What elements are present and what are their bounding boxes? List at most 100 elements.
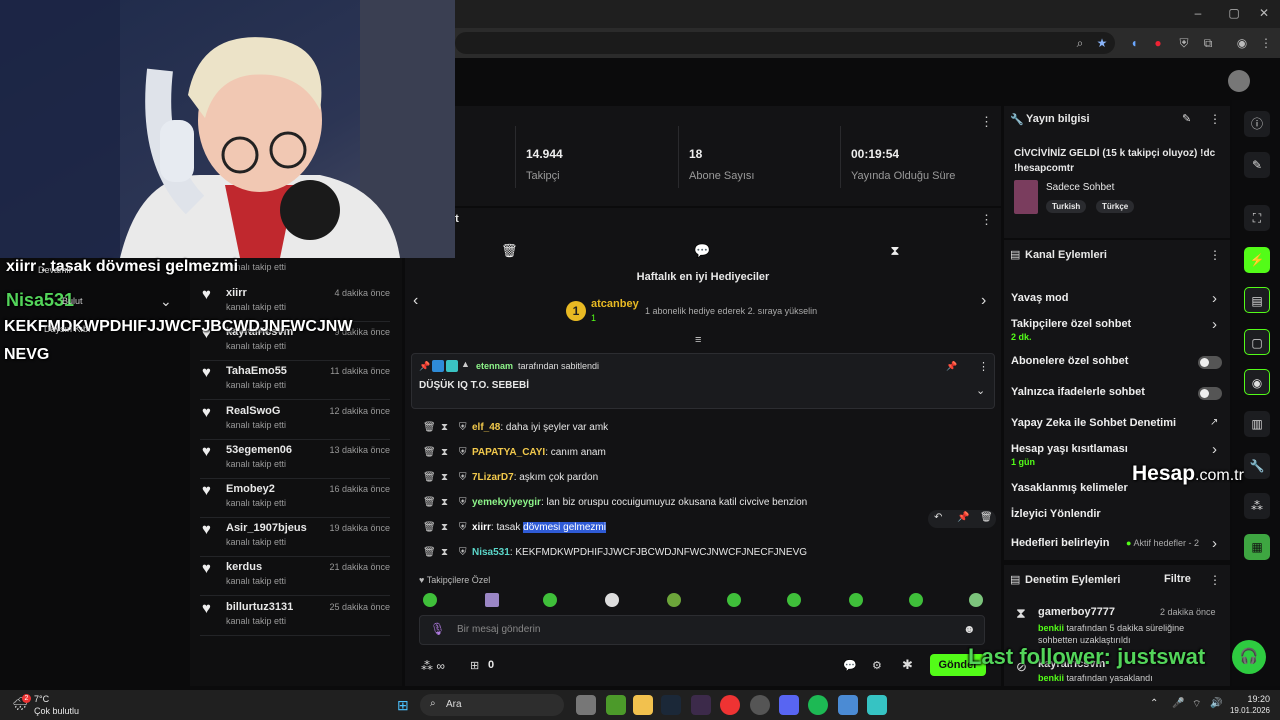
- hourglass-icon[interactable]: ⧗: [441, 547, 448, 558]
- emote-icon[interactable]: [849, 593, 863, 607]
- chevron-right-icon[interactable]: ›: [1212, 316, 1217, 333]
- trash-icon[interactable]: 🗑: [423, 472, 436, 483]
- emote-icon[interactable]: [543, 593, 557, 607]
- hourglass-icon[interactable]: ⧗: [441, 522, 448, 533]
- emote-icon[interactable]: [423, 593, 437, 607]
- trash-icon[interactable]: 🗑: [423, 497, 436, 508]
- filter-button[interactable]: Filtre: [1164, 573, 1191, 585]
- follower-name[interactable]: billurtuz3131: [226, 601, 293, 613]
- unpin-icon[interactable]: 📌: [946, 361, 957, 372]
- mod-by[interactable]: benkii: [1038, 673, 1064, 683]
- follower-row[interactable]: ♥ RealSwoG kanalı takip etti 12 dakika önce: [190, 402, 402, 440]
- emote-icon[interactable]: [787, 593, 801, 607]
- trash-icon[interactable]: 🗑: [423, 422, 436, 433]
- mic-tray-icon[interactable]: 🎤: [1172, 698, 1184, 709]
- chat-username[interactable]: yemekyiyeygir: [472, 497, 541, 508]
- channel-action-item[interactable]: Abonelere özel sohbet: [1004, 355, 1230, 377]
- layout-icon[interactable]: ▥: [1244, 411, 1270, 437]
- mic-icon[interactable]: 🎙: [430, 622, 445, 636]
- channel-action-item[interactable]: İzleyici Yönlendir: [1004, 508, 1230, 530]
- profile-icon[interactable]: ◉: [1234, 35, 1250, 51]
- pinned-menu-icon[interactable]: ⋮: [978, 360, 989, 373]
- app-icon-3[interactable]: [838, 695, 858, 715]
- edit-icon[interactable]: ✎: [1182, 112, 1191, 125]
- moderation-menu-icon[interactable]: ⋮: [1209, 573, 1221, 587]
- top-gifter-name[interactable]: atcanbey: [591, 298, 639, 310]
- follower-row[interactable]: ♥ 53egemen06 kanalı takip etti 13 dakika ön…: [190, 441, 402, 479]
- mod-user[interactable]: gamerboy7777: [1038, 606, 1115, 618]
- category-thumbnail[interactable]: [1014, 180, 1038, 214]
- maximize-button[interactable]: ▢: [1226, 6, 1242, 22]
- weather-text[interactable]: Çok bulutlu: [34, 706, 79, 716]
- broadcast-icon[interactable]: ◉: [1244, 369, 1270, 395]
- pinned-by-user[interactable]: etennam: [476, 361, 513, 371]
- menu-icon[interactable]: ⋮: [1258, 35, 1274, 51]
- channel-action-item[interactable]: Takipçilere özel sohbet 2 dk. ›: [1004, 316, 1230, 342]
- windows-start-icon[interactable]: ⊞: [397, 697, 413, 713]
- discord-icon[interactable]: [779, 695, 799, 715]
- lightning-icon[interactable]: ⚡: [1244, 247, 1270, 273]
- close-window-button[interactable]: ✕: [1256, 6, 1272, 22]
- info-icon[interactable]: ⓘ: [1244, 111, 1270, 137]
- steam-icon[interactable]: [661, 695, 681, 715]
- puzzle-icon[interactable]: ⧉: [1200, 35, 1216, 51]
- toggle-switch[interactable]: [1198, 356, 1222, 369]
- emote-icon[interactable]: [909, 593, 923, 607]
- follower-name[interactable]: RealSwoG: [226, 405, 280, 417]
- channel-action-item[interactable]: Yavaş mod ›: [1004, 290, 1230, 314]
- zoom-icon[interactable]: ⌕: [1072, 35, 1088, 51]
- infinity-icon[interactable]: ⁂ ∞: [421, 659, 445, 673]
- chat-message[interactable]: 🗑 ⧗ ⛨ yemekyiyeygir: lan biz oruspu cocuigu…: [423, 497, 983, 515]
- stream-info-menu-icon[interactable]: ⋮: [1209, 112, 1221, 126]
- minimize-button[interactable]: –: [1190, 6, 1206, 22]
- chevron-right-icon[interactable]: ›: [1212, 290, 1217, 307]
- tag[interactable]: Turkish: [1046, 200, 1087, 213]
- chat-message[interactable]: 🗑 ⧗ ⛨ PAPATYA_CAYI: canım anam: [423, 447, 983, 465]
- chat-menu-icon[interactable]: ⋮: [980, 212, 993, 228]
- chat-message[interactable]: 🗑 ⧗ ⛨ elf_48: daha iyi şeyler var amk: [423, 422, 983, 440]
- chat-message[interactable]: 🗑 ⧗ ⛨ Nisa531: KEKFMDKWPDHIFJJWCFJBCWDJNFWC…: [423, 547, 983, 565]
- channel-actions-menu-icon[interactable]: ⋮: [1209, 248, 1221, 262]
- chevron-right-icon[interactable]: ›: [1212, 535, 1217, 552]
- tag[interactable]: Türkçe: [1096, 200, 1135, 213]
- follower-name[interactable]: 53egemen06: [226, 444, 292, 456]
- hourglass-icon[interactable]: ⧗: [441, 472, 448, 483]
- hourglass-icon[interactable]: ⧗: [441, 447, 448, 458]
- avatar[interactable]: [1228, 70, 1250, 92]
- emote-menu-icon[interactable]: ✱: [902, 657, 913, 673]
- emote-icon[interactable]: [727, 593, 741, 607]
- clock-date[interactable]: 19.01.2026: [1222, 706, 1270, 715]
- emote-icon[interactable]: [667, 593, 681, 607]
- spotify-icon[interactable]: [808, 695, 828, 715]
- channel-action-item[interactable]: Yapay Zeka ile Sohbet Denetimi ↗: [1004, 417, 1230, 439]
- weather-temp[interactable]: 7°C: [34, 694, 49, 704]
- bookmark-star-icon[interactable]: ★: [1094, 35, 1110, 51]
- pencil-icon[interactable]: ✎: [1244, 152, 1270, 178]
- shield-icon[interactable]: ⛨: [1176, 35, 1192, 51]
- emote-icon[interactable]: [485, 593, 499, 607]
- clock-time[interactable]: 19:20: [1230, 694, 1270, 704]
- trash-icon[interactable]: 🗑: [423, 547, 436, 558]
- chat-username[interactable]: Nisa531: [472, 547, 510, 558]
- hourglass-icon[interactable]: ⧗: [441, 422, 448, 433]
- stats-menu-icon[interactable]: ⋮: [980, 114, 993, 130]
- collapse-icon[interactable]: ≡: [695, 334, 701, 346]
- app-icon[interactable]: ▦: [1244, 534, 1270, 560]
- extension-record-icon[interactable]: ●: [1150, 35, 1166, 51]
- tools-icon[interactable]: 🔧: [1244, 453, 1270, 479]
- channel-action-item[interactable]: Yalnızca ifadelerle sohbet: [1004, 386, 1230, 408]
- chat-bubble-icon[interactable]: 💬: [843, 659, 857, 672]
- follower-name[interactable]: Asir_1907bjeus: [226, 522, 307, 534]
- channel-action-item[interactable]: Hedefleri belirleyin ● Aktif hedefler - 2…: [1004, 535, 1230, 559]
- follower-row[interactable]: ♥ TahaEmo55 kanalı takip etti 11 dakika önc…: [190, 362, 402, 401]
- chat-message[interactable]: 🗑 ⧗ ⛨ 7LizarD7: aşkım çok pardon: [423, 472, 983, 490]
- mod-by[interactable]: benkii: [1038, 623, 1064, 633]
- emote-icon[interactable]: [969, 593, 983, 607]
- trash-icon[interactable]: 🗑: [501, 243, 518, 259]
- app-icon-4[interactable]: [867, 695, 887, 715]
- follower-row[interactable]: ♥ xiirr kanalı takip etti 4 dakika önce: [190, 284, 402, 322]
- chevron-right-icon[interactable]: ›: [1212, 441, 1217, 458]
- app-icon[interactable]: [691, 695, 711, 715]
- follower-name[interactable]: xiirr: [226, 287, 247, 299]
- trash-icon[interactable]: 🗑: [423, 447, 436, 458]
